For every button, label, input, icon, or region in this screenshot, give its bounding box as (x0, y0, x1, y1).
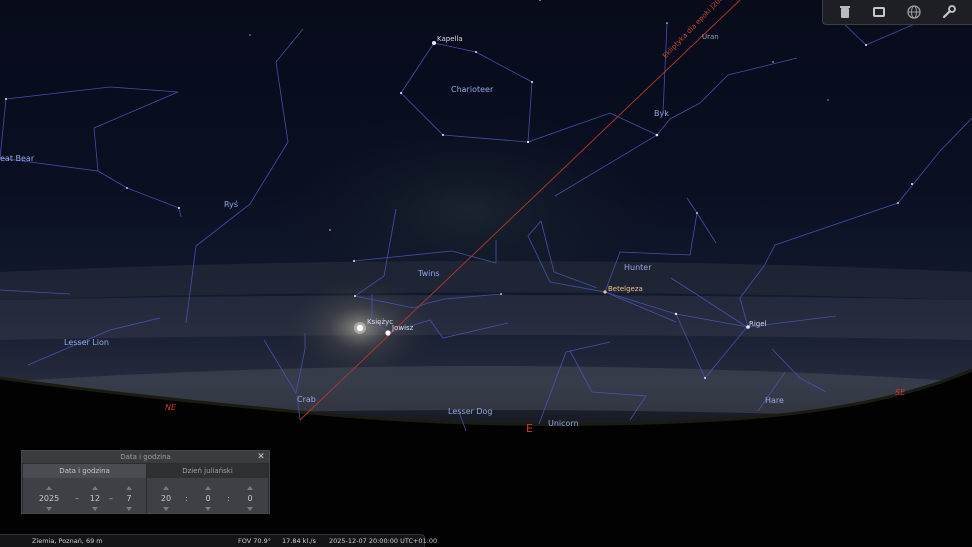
month-down-arrow[interactable] (92, 507, 98, 511)
status-datetime[interactable]: 2025-12-07 20:00:00 UTC+01:00 (329, 537, 437, 545)
label-great-bear: eat Bear (0, 154, 35, 163)
second-up-arrow[interactable] (247, 486, 253, 490)
date-fields: 2025 – 12 – 7 (23, 478, 146, 513)
label-hare: Hare (765, 396, 784, 405)
label-hunter: Hunter (624, 263, 652, 272)
label-charioteer: Charioteer (451, 85, 494, 94)
label-unicorn: Unicorn (548, 419, 579, 428)
label-twins: Twins (418, 269, 440, 278)
status-bar: Ziemia, Poznań, 69 m FOV 70.9° 17.84 kl.… (0, 534, 437, 547)
hour-up-arrow[interactable] (163, 486, 169, 490)
label-lesser-lion: Lesser Lion (64, 338, 109, 347)
hour-down-arrow[interactable] (163, 507, 169, 511)
second-down-arrow[interactable] (247, 507, 253, 511)
label-uran: Uran (702, 33, 719, 41)
jupiter[interactable] (385, 330, 391, 336)
moon[interactable] (356, 324, 364, 332)
status-fov: FOV 70.9° (238, 537, 271, 545)
tab-julian-day[interactable]: Dzień juliański (147, 464, 268, 478)
minute-field[interactable]: 0 (196, 494, 220, 503)
cardinal-e: E (526, 422, 533, 435)
cardinal-se: SE (895, 388, 906, 397)
label-rys: Ryś (224, 200, 239, 209)
year-down-arrow[interactable] (46, 507, 52, 511)
tab-date-and-time[interactable]: Data i godzina (23, 464, 146, 478)
label-crab: Crab (297, 395, 316, 404)
time-separator: : (227, 494, 230, 503)
label-kapella: Kapella (437, 35, 463, 43)
month-field[interactable]: 12 (83, 494, 107, 503)
label-rigel: Rigel (749, 320, 767, 328)
year-field[interactable]: 2025 (37, 494, 61, 503)
status-location[interactable]: Ziemia, Poznań, 69 m (32, 537, 103, 545)
cardinal-ne: NE (165, 403, 177, 412)
time-separator: : (185, 494, 188, 503)
close-icon[interactable]: ✕ (256, 452, 266, 462)
status-fps: 17.84 kl./s (282, 537, 316, 545)
second-field[interactable]: 0 (238, 494, 262, 503)
label-jupiter: Jowisz (392, 324, 414, 332)
day-down-arrow[interactable] (126, 507, 132, 511)
trash-icon[interactable] (835, 3, 855, 21)
year-up-arrow[interactable] (46, 486, 52, 490)
screen-icon[interactable] (869, 3, 889, 21)
datetime-panel-title: Data i godzina (22, 451, 269, 463)
day-field[interactable]: 7 (117, 494, 141, 503)
date-separator: – (109, 494, 113, 503)
day-up-arrow[interactable] (126, 486, 132, 490)
label-moon: Księżyc (367, 318, 394, 326)
date-separator: – (75, 494, 79, 503)
minute-up-arrow[interactable] (205, 486, 211, 490)
hour-field[interactable]: 20 (154, 494, 178, 503)
minute-down-arrow[interactable] (205, 507, 211, 511)
top-toolbar (822, 0, 972, 25)
month-up-arrow[interactable] (92, 486, 98, 490)
label-betelgeza: Betelgeza (608, 285, 643, 293)
label-bull: Byk (654, 109, 669, 118)
wrench-icon[interactable] (939, 3, 959, 21)
label-lesser-dog: Lesser Dog (448, 407, 493, 416)
datetime-panel: Data i godzina ✕ Data i godzina Dzień ju… (21, 450, 270, 514)
time-fields: 20 : 0 : 0 (147, 478, 268, 513)
globe-icon[interactable] (904, 3, 924, 21)
